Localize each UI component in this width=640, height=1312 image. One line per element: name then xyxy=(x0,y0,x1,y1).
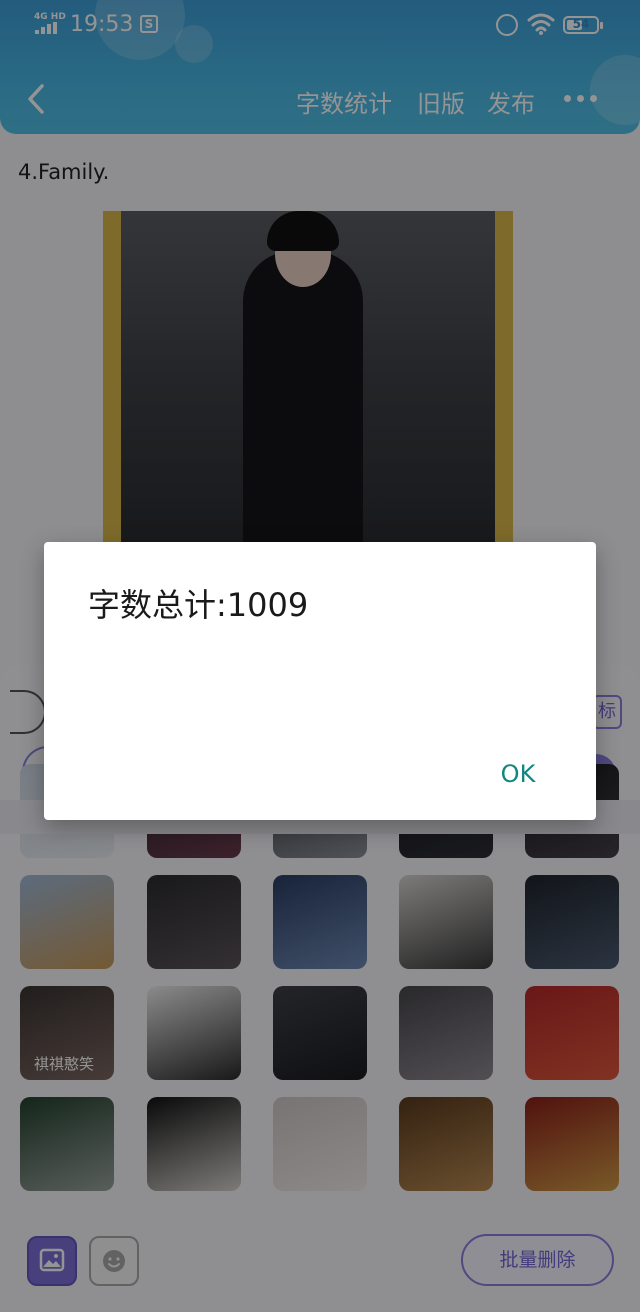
word-count-dialog: 字数总计:1009 OK xyxy=(44,542,596,820)
dialog-message: 字数总计:1009 xyxy=(88,586,309,624)
ok-button[interactable]: OK xyxy=(488,754,548,794)
